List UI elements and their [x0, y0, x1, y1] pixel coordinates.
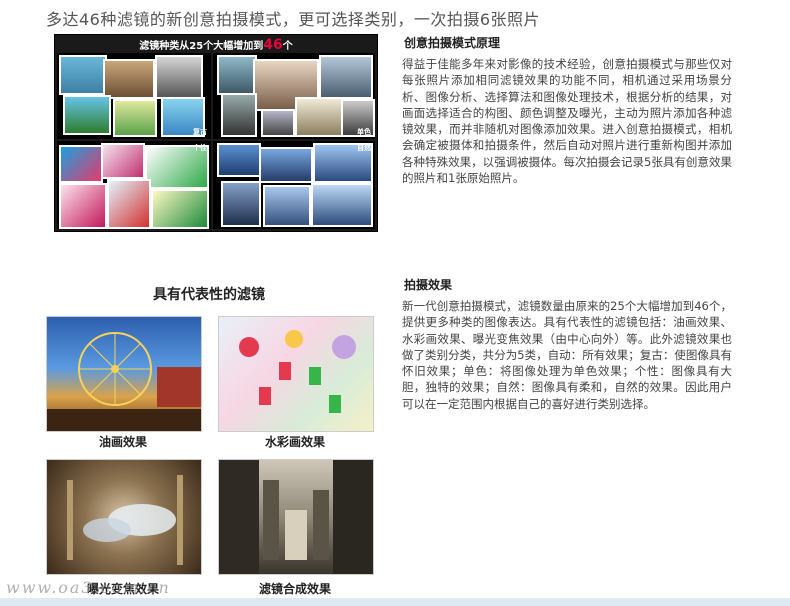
filter-blend-thumbnail: [218, 459, 374, 575]
quadrant-label-natural: 自然: [357, 144, 371, 152]
oil-paint-thumbnail: [46, 316, 202, 432]
watercolor-thumbnail: [218, 316, 374, 432]
city-street-icon: [219, 460, 373, 574]
collage-quadrant-bold: 个性: [57, 141, 211, 229]
filter-collage: 滤镜种类从25个大幅增加到46个 复古 单色 个性 自然: [54, 34, 378, 232]
collage-quadrant-retro: 复古: [57, 53, 211, 139]
collage-caption: 滤镜种类从25个大幅增加到46个: [55, 37, 377, 53]
site-watermark: www.oa3.com.cn: [6, 578, 171, 597]
collage-caption-prefix: 滤镜种类从25个大幅增加到: [139, 41, 264, 52]
principle-body: 得益于佳能多年来对影像的技术经验，创意拍摄模式与那些仅对每张照片添加相同滤镜效果…: [402, 57, 732, 186]
collage-quadrant-natural: 自然: [213, 141, 375, 229]
ferris-wheel-icon: [47, 332, 201, 431]
filters-heading: 具有代表性的滤镜: [153, 287, 265, 303]
quadrant-label-bold: 个性: [193, 144, 207, 152]
carousel-icon: [239, 330, 356, 413]
effects-body: 新一代创意拍摄模式，滤镜数量由原来的25个大幅增加到46个，提供更多种类的图像表…: [402, 299, 732, 411]
zoom-burst-thumbnail: [46, 459, 202, 575]
quadrant-label-retro: 复古: [193, 128, 207, 136]
watercolor-label: 水彩画效果: [264, 435, 325, 449]
page-headline: 多达46种滤镜的新创意拍摄模式，更可选择类别，一次拍摄6张照片: [46, 10, 541, 29]
principle-title: 创意拍摄模式原理: [404, 36, 501, 50]
filter-blend-label: 滤镜合成效果: [258, 582, 331, 596]
effects-title: 拍摄效果: [404, 278, 453, 292]
bottom-rule: [0, 598, 790, 606]
collage-caption-number: 46: [263, 37, 283, 53]
collage-caption-suffix: 个: [282, 41, 293, 52]
quadrant-label-mono: 单色: [357, 128, 371, 136]
collage-quadrant-mono: 单色: [213, 53, 375, 139]
carousel-horse-icon: [67, 475, 183, 565]
oil-paint-label: 油画效果: [98, 435, 147, 449]
